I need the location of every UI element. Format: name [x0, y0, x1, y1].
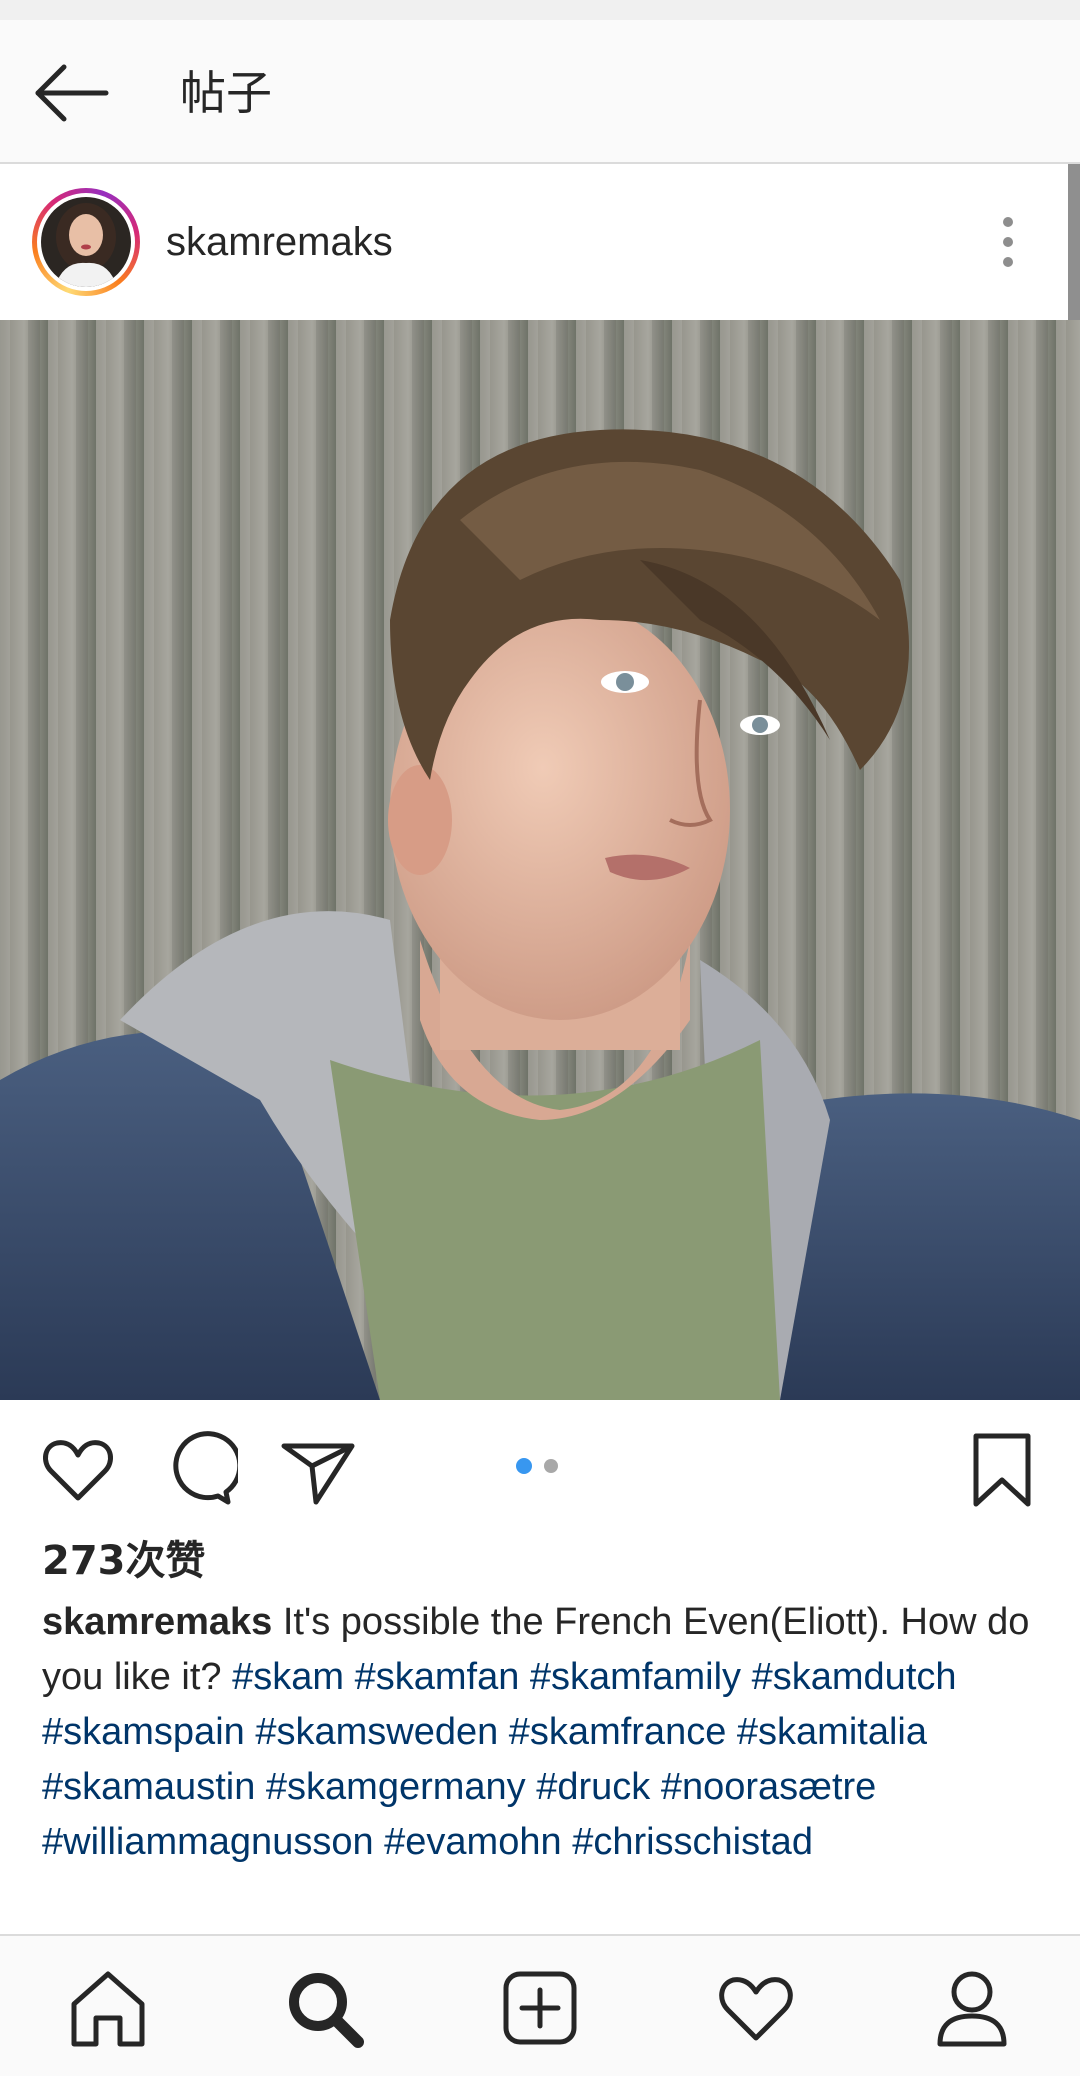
share-icon — [281, 1443, 355, 1505]
back-arrow-icon — [35, 64, 109, 122]
post-photo[interactable] — [0, 320, 1080, 1400]
nav-home[interactable] — [66, 1966, 150, 2050]
hashtag[interactable]: #skamfrance — [509, 1711, 727, 1753]
search-icon — [289, 1973, 364, 2048]
hashtag[interactable]: #skamdutch — [752, 1656, 957, 1698]
add-post-icon — [503, 1971, 577, 2045]
heart-icon — [43, 1440, 113, 1501]
profile-icon — [937, 1971, 1007, 2047]
like-count[interactable]: 273次赞 — [42, 1536, 206, 1586]
hashtag[interactable]: #skamgermany — [266, 1766, 526, 1808]
hashtag[interactable]: #williammagnusson — [42, 1821, 374, 1863]
like-button[interactable] — [38, 1430, 118, 1510]
nav-new-post[interactable] — [498, 1966, 582, 2050]
post-actions — [0, 1400, 1080, 1540]
post-photo-image — [0, 320, 1080, 1400]
nav-activity[interactable] — [714, 1966, 798, 2050]
hashtag[interactable]: #skamitalia — [737, 1711, 927, 1753]
comment-button[interactable] — [158, 1430, 243, 1510]
hashtag[interactable]: #chrisschistad — [572, 1821, 813, 1863]
more-vertical-icon — [1003, 217, 1013, 267]
hashtag[interactable]: #noorasætre — [661, 1766, 876, 1808]
more-options-button[interactable] — [990, 214, 1026, 270]
caption-username[interactable]: skamremaks — [42, 1601, 272, 1643]
bookmark-icon — [973, 1433, 1031, 1507]
post-username[interactable]: skamremaks — [166, 218, 393, 266]
activity-heart-icon — [719, 1977, 793, 2041]
hashtag[interactable]: #skamspain — [42, 1711, 245, 1753]
carousel-dot-active — [516, 1458, 532, 1474]
back-button[interactable] — [28, 58, 118, 128]
hashtag[interactable]: #skamsweden — [255, 1711, 498, 1753]
save-button[interactable] — [962, 1430, 1042, 1510]
home-icon — [71, 1971, 145, 2047]
hashtag[interactable]: #skamfamily — [530, 1656, 741, 1698]
hashtag[interactable]: #skam — [232, 1656, 344, 1698]
carousel-dot — [544, 1459, 558, 1473]
hashtag[interactable]: #skamaustin — [42, 1766, 255, 1808]
avatar-image — [41, 197, 131, 287]
status-strip — [0, 0, 1080, 20]
share-button[interactable] — [278, 1430, 358, 1510]
nav-profile[interactable] — [930, 1966, 1014, 2050]
carousel-indicator — [516, 1458, 566, 1474]
avatar[interactable] — [32, 188, 140, 296]
bottom-navigation — [0, 1934, 1080, 2076]
page-title: 帖子 — [180, 66, 272, 120]
comment-icon — [173, 1431, 243, 1505]
hashtag[interactable]: #skamfan — [355, 1656, 520, 1698]
hashtag[interactable]: #evamohn — [384, 1821, 561, 1863]
top-app-bar: 帖子 — [0, 20, 1080, 164]
post-caption: skamremaks It's possible the French Even… — [42, 1595, 1042, 1870]
nav-search[interactable] — [282, 1966, 366, 2050]
hashtag[interactable]: #druck — [536, 1766, 650, 1808]
post-header: skamremaks — [0, 164, 1068, 320]
